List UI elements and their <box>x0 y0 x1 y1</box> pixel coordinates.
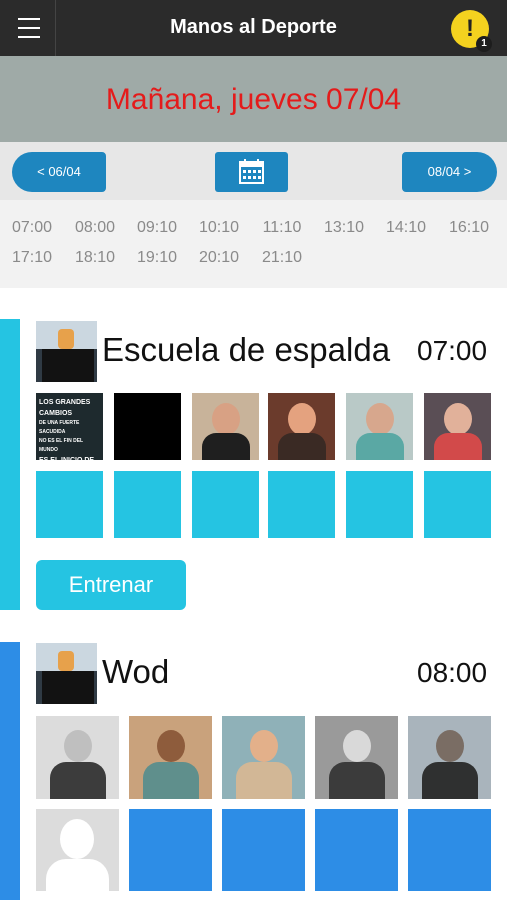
class-card-accent <box>0 642 20 900</box>
time-slot[interactable]: 11:10 <box>254 219 310 237</box>
day-header: Mañana, jueves 07/04 <box>0 56 507 142</box>
train-button[interactable]: Entrenar <box>36 560 186 610</box>
empty-slot[interactable] <box>222 809 305 891</box>
class-name: Wod <box>102 653 170 690</box>
empty-slot[interactable] <box>192 471 259 538</box>
day-title: Mañana, jueves 07/04 <box>105 83 402 116</box>
calendar-icon <box>239 159 264 184</box>
time-slot[interactable]: 09:10 <box>129 219 185 237</box>
empty-slot[interactable] <box>114 471 181 538</box>
date-navigation: < 06/04 08/04 > <box>0 142 507 200</box>
class-image <box>36 643 97 704</box>
quote-line: CAMBIOS <box>39 410 73 417</box>
time-slots: 07:00 08:00 09:10 10:10 11:10 13:10 14:1… <box>0 200 507 288</box>
participant-avatar[interactable] <box>114 393 181 460</box>
quote-line: LOS GRANDES <box>39 399 91 406</box>
empty-slot[interactable] <box>315 809 398 891</box>
class-name: Escuela de espalda <box>102 331 391 368</box>
participant-avatar[interactable] <box>192 393 259 460</box>
app-title: Manos al Deporte <box>170 16 337 38</box>
participant-avatar[interactable] <box>408 716 491 799</box>
participant-avatar[interactable] <box>222 716 305 799</box>
participant-avatar[interactable]: LOS GRANDES CAMBIOS DE UNA FUERTE SACUDI… <box>36 393 103 475</box>
time-slot[interactable]: 08:00 <box>67 219 123 237</box>
class-time: 07:00 <box>417 335 488 366</box>
empty-slot[interactable] <box>268 471 335 538</box>
participant-avatar[interactable] <box>268 393 335 460</box>
empty-slot[interactable] <box>424 471 491 538</box>
time-slot[interactable]: 14:10 <box>378 219 434 237</box>
participant-avatar[interactable] <box>129 716 212 799</box>
time-slot[interactable]: 13:10 <box>316 219 372 237</box>
quote-line: DE UNA FUERTE SACUDIDA <box>39 420 80 435</box>
time-slot[interactable]: 21:10 <box>254 249 310 267</box>
calendar-button[interactable] <box>215 152 288 192</box>
participant-avatar[interactable] <box>346 393 413 460</box>
time-slot[interactable]: 18:10 <box>67 249 123 267</box>
previous-day-button[interactable]: < 06/04 <box>12 152 106 192</box>
participant-avatar[interactable] <box>424 393 491 460</box>
empty-slot[interactable] <box>346 471 413 538</box>
alert-count-badge: 1 <box>476 36 492 52</box>
participant-avatar[interactable] <box>315 716 398 799</box>
time-slot[interactable]: 07:00 <box>4 219 60 237</box>
class-image <box>36 321 97 382</box>
default-avatar[interactable] <box>36 809 119 891</box>
next-day-button[interactable]: 08/04 > <box>402 152 497 192</box>
empty-slot[interactable] <box>36 471 103 538</box>
empty-slot[interactable] <box>408 809 491 891</box>
top-bar: Manos al Deporte <box>0 0 507 56</box>
empty-slot[interactable] <box>129 809 212 891</box>
quote-line: ES EL INICIO DE <box>39 457 95 464</box>
time-slot[interactable]: 16:10 <box>441 219 497 237</box>
time-slot[interactable]: 10:10 <box>191 219 247 237</box>
participant-avatar[interactable] <box>36 716 119 799</box>
time-slot[interactable]: 20:10 <box>191 249 247 267</box>
quote-line: NO ES EL FIN DEL MUNDO <box>39 438 83 453</box>
class-time: 08:00 <box>417 657 488 688</box>
time-slot[interactable]: 17:10 <box>4 249 60 267</box>
class-card-accent <box>0 319 20 610</box>
time-slot[interactable]: 19:10 <box>129 249 185 267</box>
